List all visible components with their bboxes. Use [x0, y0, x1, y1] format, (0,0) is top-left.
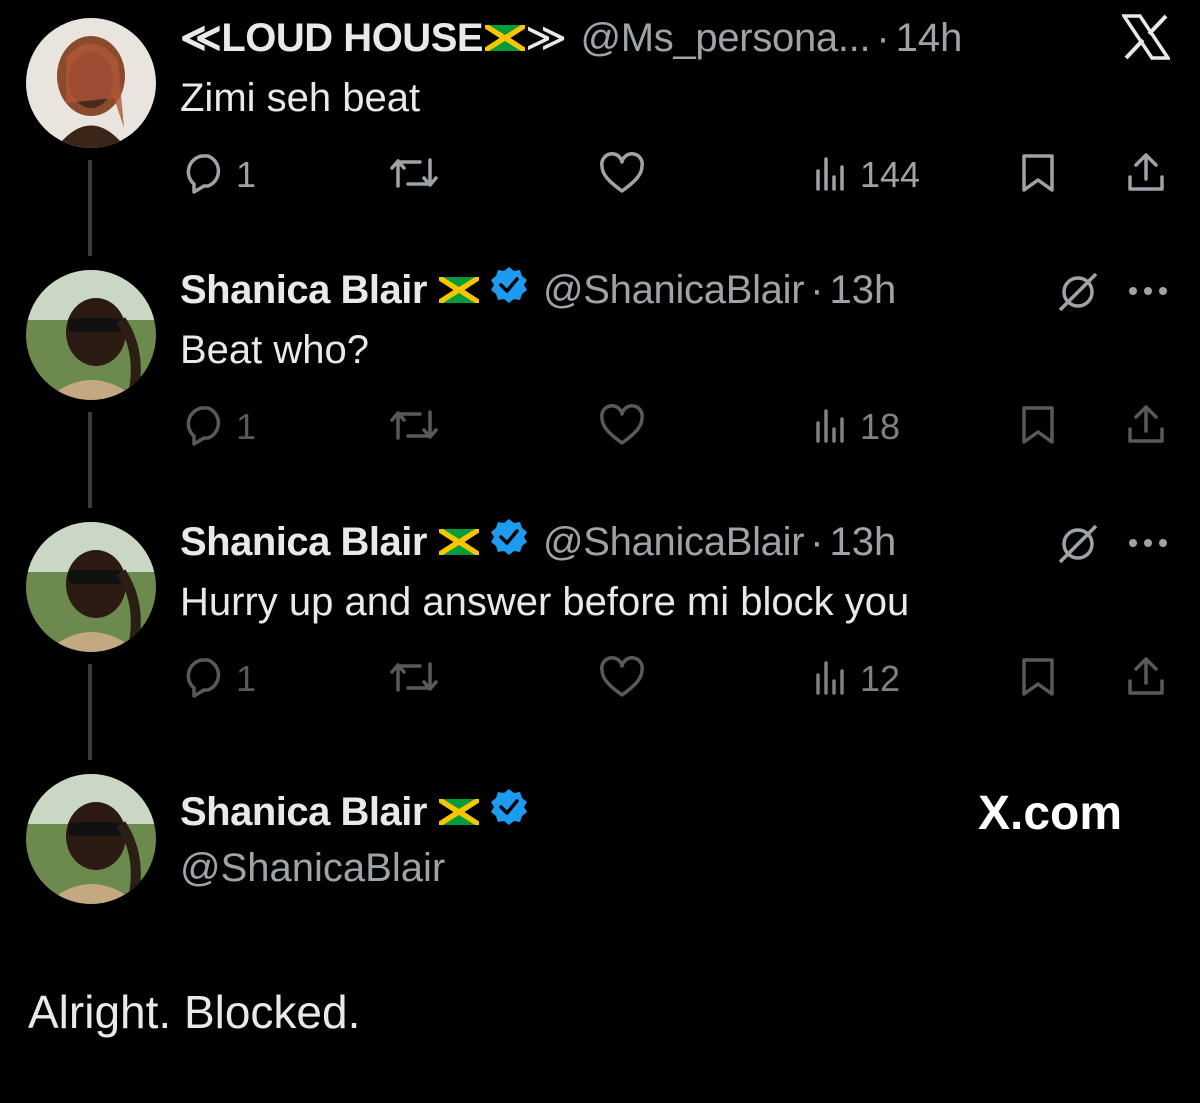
verified-badge-icon[interactable] — [489, 787, 529, 837]
jamaica-flag-icon — [437, 520, 481, 565]
reply-count: 1 — [236, 658, 257, 699]
share-button[interactable] — [1124, 654, 1168, 704]
views-icon — [812, 657, 852, 702]
bookmark-icon — [1018, 152, 1058, 199]
retweet-button[interactable] — [386, 150, 442, 200]
bookmark-button[interactable] — [1018, 402, 1058, 452]
retweet-icon — [386, 656, 442, 703]
share-icon — [1124, 655, 1168, 704]
caption-text: Alright. Blocked. — [28, 986, 361, 1038]
profile-handle[interactable]: @ShanicaBlair — [180, 846, 445, 891]
reply-icon — [182, 152, 228, 199]
verified-badge-icon[interactable] — [489, 265, 529, 315]
tweet-text: Zimi seh beat — [180, 76, 421, 120]
share-icon — [1124, 403, 1168, 452]
avatar[interactable] — [26, 774, 156, 904]
retweet-button[interactable] — [386, 654, 442, 704]
tweet-text: Beat who? — [180, 328, 370, 372]
verified-badge-icon[interactable] — [489, 517, 529, 567]
like-button[interactable] — [598, 150, 646, 200]
timestamp[interactable]: 13h — [830, 520, 897, 565]
reply-button[interactable]: 1 — [182, 150, 256, 200]
view-count: 12 — [860, 658, 901, 699]
bookmark-icon — [1018, 404, 1058, 451]
timestamp[interactable]: 13h — [830, 268, 897, 313]
bookmark-icon — [1018, 656, 1058, 703]
grok-icon[interactable] — [1056, 270, 1100, 319]
author-name[interactable]: ≪LOUD HOUSE — [180, 15, 484, 61]
jamaica-flag-icon — [437, 268, 481, 313]
views-button[interactable]: 18 — [812, 402, 900, 452]
avatar[interactable] — [26, 270, 156, 400]
retweet-icon — [386, 152, 442, 199]
x-com-link[interactable]: X.com — [978, 786, 1122, 841]
bookmark-button[interactable] — [1018, 150, 1058, 200]
x-logo-icon[interactable] — [1120, 14, 1172, 65]
separator-dot: · — [810, 519, 824, 564]
like-icon — [598, 403, 646, 451]
share-button[interactable] — [1124, 402, 1168, 452]
more-icon[interactable] — [1126, 536, 1170, 555]
bookmark-button[interactable] — [1018, 654, 1058, 704]
reply-icon — [182, 656, 228, 703]
author-handle[interactable]: @Ms_persona... — [580, 16, 870, 61]
avatar[interactable] — [26, 18, 156, 148]
author-name-suffix: ≫ — [525, 16, 567, 60]
separator-dot: · — [876, 15, 890, 60]
reply-button[interactable]: 1 — [182, 402, 256, 452]
profile-name[interactable]: Shanica Blair — [180, 790, 427, 835]
reply-count: 1 — [236, 154, 257, 195]
views-button[interactable]: 12 — [812, 654, 900, 704]
reply-button[interactable]: 1 — [182, 654, 256, 704]
author-handle[interactable]: @ShanicaBlair — [543, 520, 805, 565]
share-icon — [1124, 151, 1168, 200]
more-icon[interactable] — [1126, 284, 1170, 303]
views-icon — [812, 405, 852, 450]
separator-dot: · — [810, 267, 824, 312]
like-icon — [598, 151, 646, 199]
reply-icon — [182, 404, 228, 451]
grok-icon[interactable] — [1056, 522, 1100, 571]
timestamp[interactable]: 14h — [896, 16, 963, 61]
author-handle[interactable]: @ShanicaBlair — [543, 268, 805, 313]
views-button[interactable]: 144 — [812, 150, 920, 200]
thread-line — [88, 664, 92, 760]
avatar[interactable] — [26, 522, 156, 652]
thread-line — [88, 412, 92, 508]
author-name[interactable]: Shanica Blair — [180, 520, 427, 565]
jamaica-flag-icon — [483, 16, 527, 61]
views-icon — [812, 153, 852, 198]
retweet-icon — [386, 404, 442, 451]
author-name[interactable]: Shanica Blair — [180, 268, 427, 313]
view-count: 144 — [860, 154, 921, 195]
like-icon — [598, 655, 646, 703]
tweet-actions: 1 18 — [180, 402, 1170, 452]
retweet-button[interactable] — [386, 402, 442, 452]
tweet-actions: 1 12 — [180, 654, 1170, 704]
tweet-text: Hurry up and answer before mi block you — [180, 580, 910, 624]
tweet-actions: 1 144 — [180, 150, 1170, 200]
thread-line — [88, 160, 92, 256]
like-button[interactable] — [598, 402, 646, 452]
reply-count: 1 — [236, 406, 257, 447]
like-button[interactable] — [598, 654, 646, 704]
share-button[interactable] — [1124, 150, 1168, 200]
jamaica-flag-icon — [437, 790, 481, 835]
view-count: 18 — [860, 406, 901, 447]
